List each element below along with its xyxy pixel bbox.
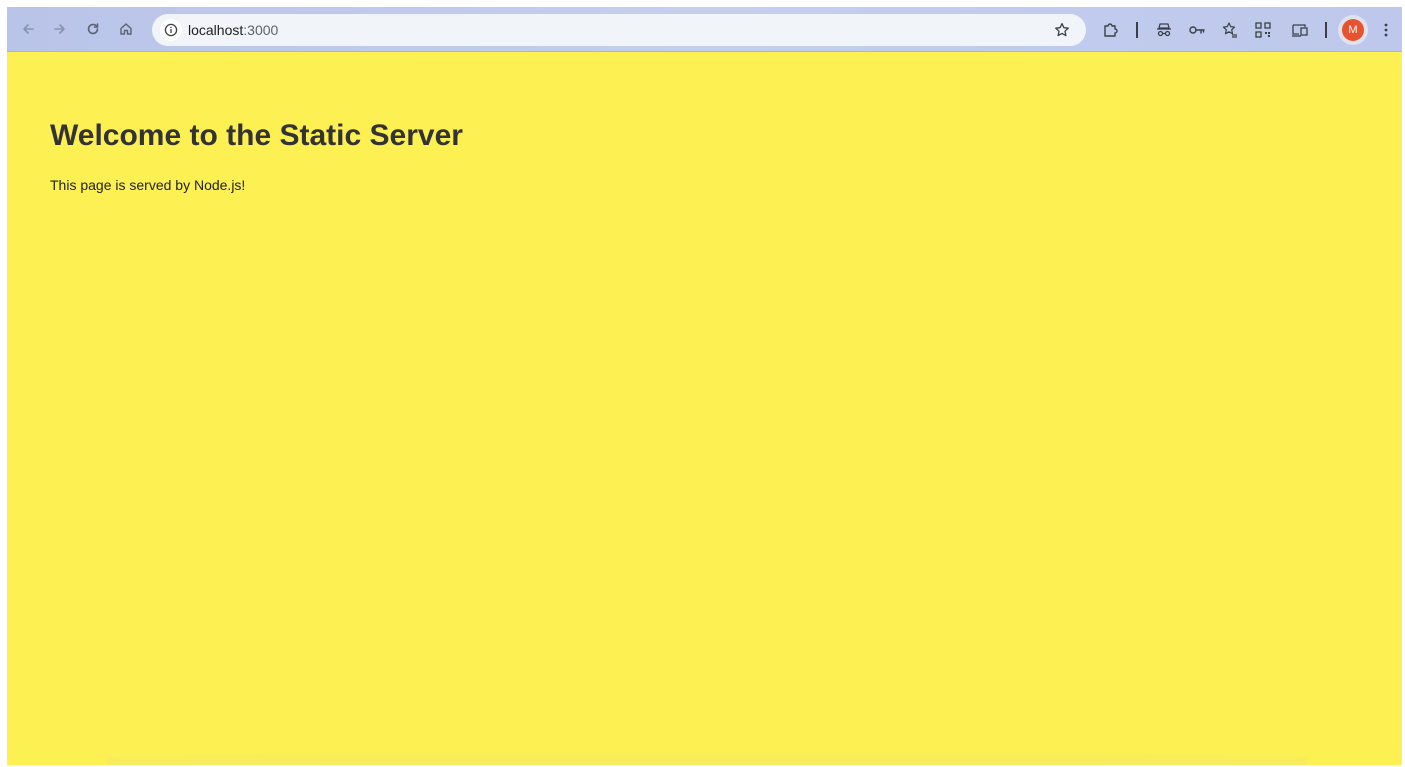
incognito-icon <box>1157 23 1171 37</box>
browser-toolbar: localhost:3000 M <box>7 7 1402 52</box>
incognito-button[interactable] <box>1153 19 1175 41</box>
avatar: M <box>1342 19 1364 41</box>
info-icon <box>164 23 178 37</box>
url-port: :3000 <box>243 22 279 38</box>
forward-button[interactable] <box>49 18 71 40</box>
puzzle-icon <box>1104 23 1118 37</box>
browser-menu-button[interactable] <box>1375 19 1397 41</box>
reload-icon <box>87 23 99 35</box>
address-bar[interactable]: localhost:3000 <box>152 14 1086 46</box>
cast-button[interactable] <box>1289 19 1311 41</box>
url-host: localhost <box>188 22 244 38</box>
passwords-button[interactable] <box>1186 19 1208 41</box>
toolbar-divider <box>1325 22 1327 38</box>
cast-icon <box>1292 24 1308 37</box>
bottom-shade <box>107 751 1307 765</box>
qr-code-icon <box>1255 22 1271 38</box>
url-text[interactable]: localhost:3000 <box>188 22 278 38</box>
page-text: This page is served by Node.js! <box>50 177 246 193</box>
site-info-button[interactable] <box>160 19 182 41</box>
qr-code-button[interactable] <box>1252 19 1274 41</box>
page-content: Welcome to the Static Server This page i… <box>7 52 1402 765</box>
extensions-button[interactable] <box>1100 19 1122 41</box>
home-icon <box>120 23 132 35</box>
page-title: Welcome to the Static Server <box>50 119 463 152</box>
browser-window: localhost:3000 M Welcome to the Static S… <box>7 7 1402 765</box>
profile-button[interactable]: M <box>1338 15 1368 45</box>
star-icon <box>1055 22 1069 37</box>
arrow-right-icon <box>54 24 65 34</box>
kebab-menu-icon <box>1384 23 1388 37</box>
bookmark-button[interactable] <box>1052 20 1072 40</box>
bookmarks-panel-button[interactable] <box>1218 19 1240 41</box>
arrow-left-icon <box>23 24 34 34</box>
home-button[interactable] <box>115 18 137 40</box>
reload-button[interactable] <box>82 18 104 40</box>
back-button[interactable] <box>17 18 39 40</box>
toolbar-divider <box>1136 22 1138 38</box>
key-icon <box>1189 26 1205 34</box>
star-list-icon <box>1222 22 1237 38</box>
